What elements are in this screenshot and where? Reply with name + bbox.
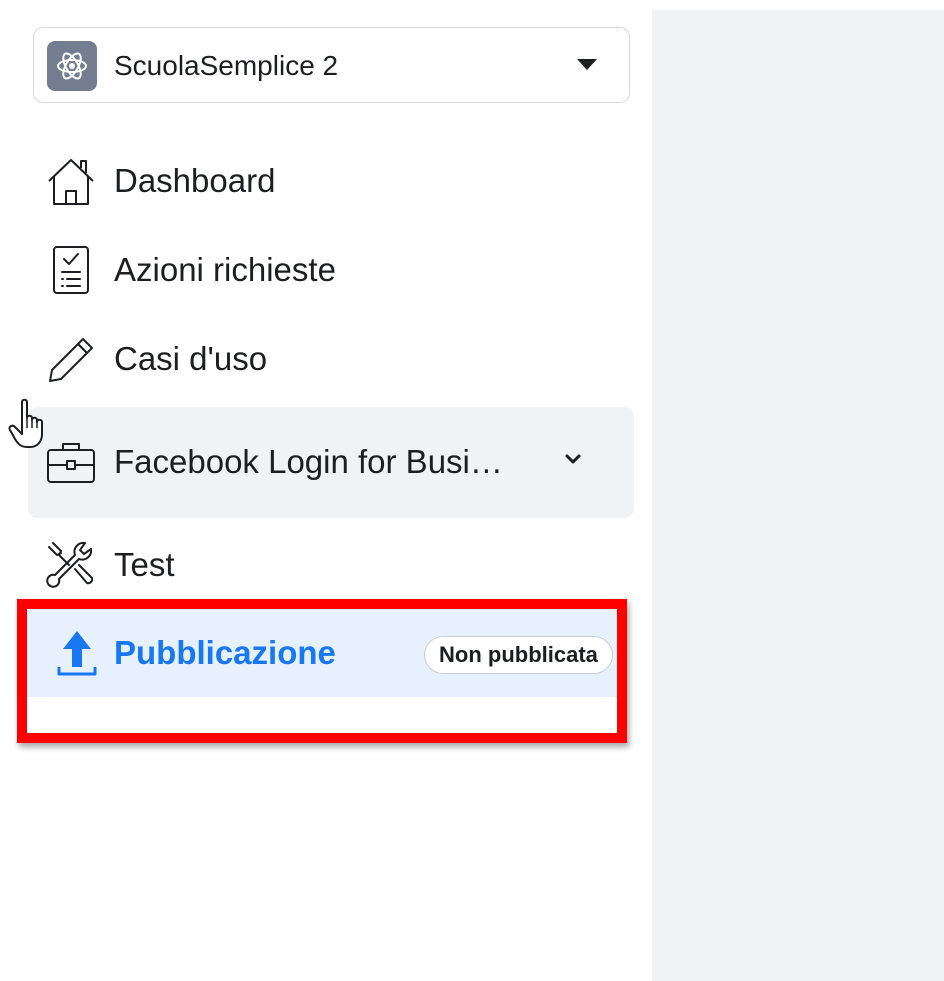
nav-item-test[interactable]: Test xyxy=(28,536,634,594)
nav-item-label: Azioni richieste xyxy=(114,251,336,288)
nav-item-casi-uso[interactable]: Casi d'uso xyxy=(28,330,634,388)
pencil-icon xyxy=(45,333,97,385)
nav-item-label: Test xyxy=(114,546,175,583)
main-panel xyxy=(652,10,944,981)
briefcase-icon xyxy=(45,437,97,489)
nav-item-label: Dashboard xyxy=(114,162,276,199)
upload-icon xyxy=(51,627,103,679)
app-selector-dropdown[interactable]: ScuolaSemplice 2 xyxy=(33,27,630,103)
hand-cursor-icon xyxy=(8,398,50,450)
nav-item-label: Facebook Login for Busi… xyxy=(114,443,503,480)
nav-item-azioni-richieste[interactable]: Azioni richieste xyxy=(28,241,634,299)
caret-down-icon[interactable] xyxy=(577,59,597,70)
chevron-down-icon[interactable] xyxy=(561,447,585,471)
checklist-icon xyxy=(45,244,97,296)
status-badge: Non pubblicata xyxy=(424,636,613,674)
pubblicazione-label: Pubblicazione xyxy=(114,634,336,671)
home-icon xyxy=(45,155,97,207)
nav-item-facebook-login[interactable]: Facebook Login for Busi… xyxy=(28,407,634,518)
publish-highlight: Pubblicazione Non pubblicata xyxy=(17,599,627,743)
tools-icon xyxy=(45,539,97,591)
app-name: ScuolaSemplice 2 xyxy=(114,50,339,81)
sidebar: ScuolaSemplice 2 Dashboard Azioni richie… xyxy=(0,0,652,981)
nav-item-pubblicazione[interactable]: Pubblicazione Non pubblicata xyxy=(27,609,617,697)
nav-item-dashboard[interactable]: Dashboard xyxy=(28,152,634,210)
atom-icon xyxy=(47,41,97,91)
nav-item-label: Casi d'uso xyxy=(114,340,268,377)
